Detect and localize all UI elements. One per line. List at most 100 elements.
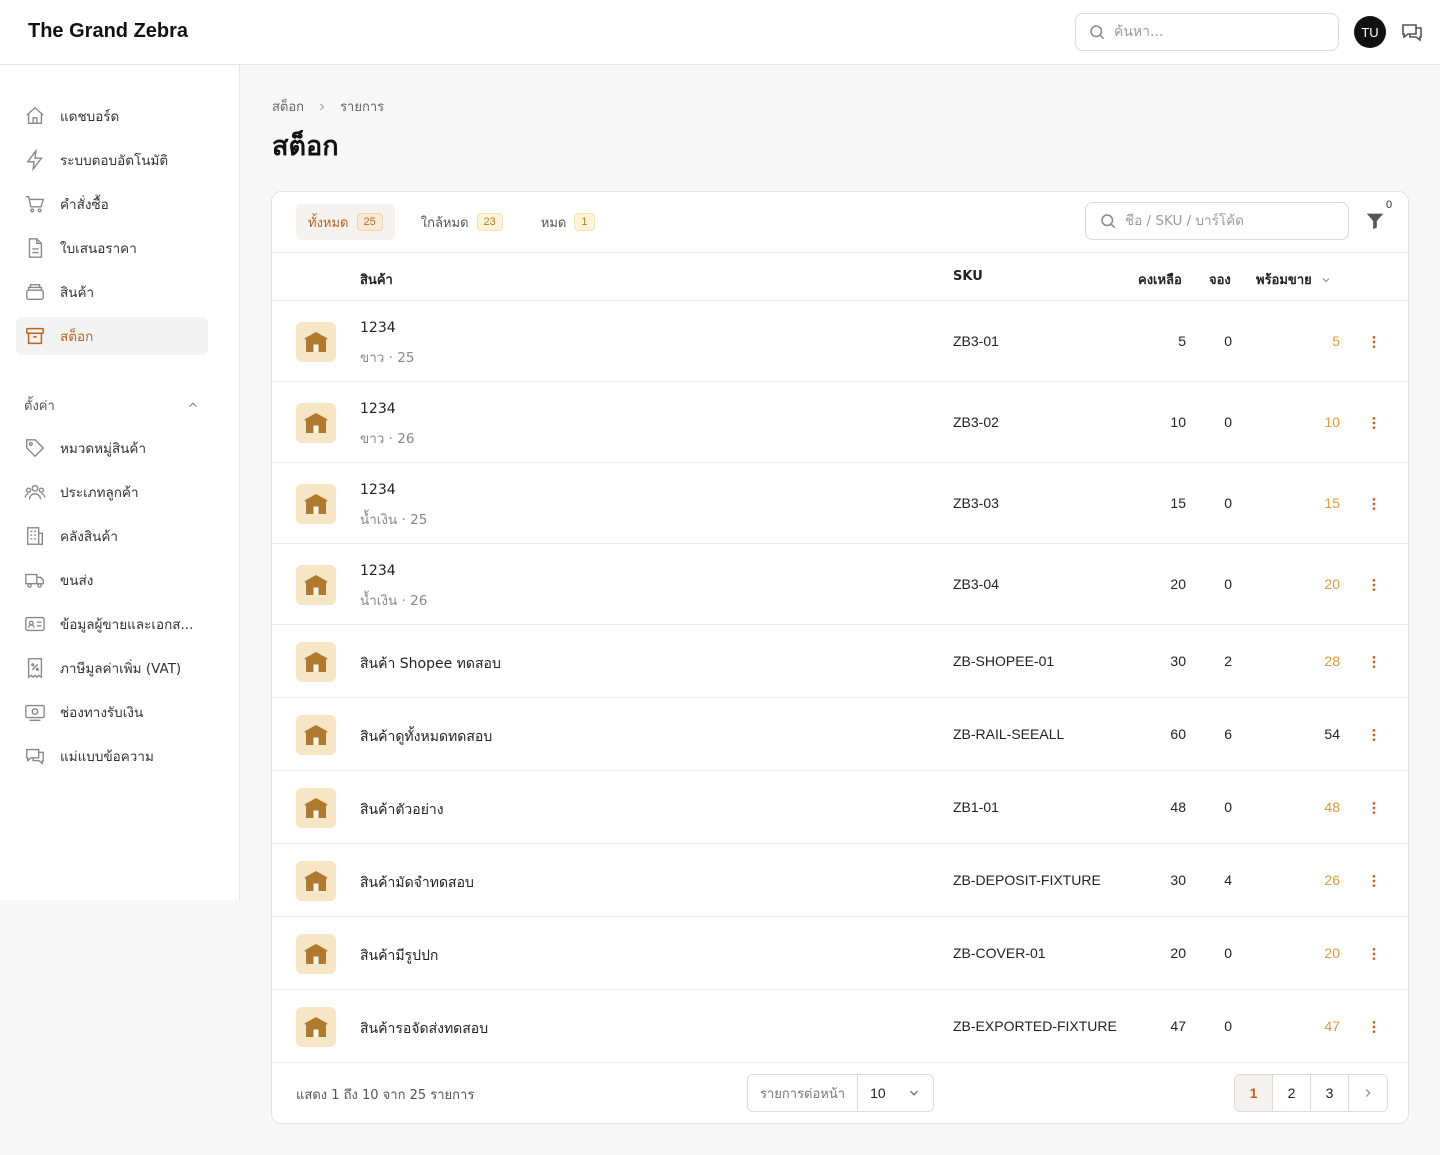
store-icon <box>304 870 328 891</box>
row-actions-button[interactable] <box>1364 871 1384 891</box>
global-search-input[interactable] <box>1114 24 1314 40</box>
page-button-2[interactable]: 2 <box>1273 1075 1311 1111</box>
product-name: สินค้า Shopee ทดสอบ <box>360 655 501 672</box>
chat-icon[interactable] <box>1400 20 1424 44</box>
table-row[interactable]: 1234 ขาว · 26 ZB3-02 10 0 10 <box>272 382 1408 463</box>
sidebar-item-stock[interactable]: สต็อก <box>16 317 208 355</box>
column-header-available-label: พร้อมขาย <box>1256 273 1312 288</box>
stock-card: ทั้งหมด 25 ใกล้หมด 23 หมด 1 0 สินค้า SKU… <box>271 191 1409 1124</box>
product-thumbnail <box>296 402 336 443</box>
sidebar-item-label: แดชบอร์ด <box>60 109 120 125</box>
product-name: 1234 <box>360 401 396 417</box>
cart-icon <box>25 195 45 213</box>
reserved-qty: 0 <box>1224 944 1232 961</box>
row-actions-button[interactable] <box>1364 413 1384 433</box>
next-page-button[interactable] <box>1349 1075 1387 1111</box>
sidebar-item-quotations[interactable]: ใบเสนอราคา <box>16 229 208 267</box>
table-row[interactable]: สินค้ามัดจำทดสอบ ZB-DEPOSIT-FIXTURE 30 4 26 <box>272 844 1408 917</box>
page-button-3[interactable]: 3 <box>1311 1075 1349 1111</box>
available-qty: 15 <box>1324 494 1340 511</box>
receipt-percent-icon <box>27 658 43 679</box>
sidebar-item-vat[interactable]: ภาษีมูลค่าเพิ่ม (VAT) <box>16 649 208 687</box>
store-icon <box>304 493 328 514</box>
filter-count-badge: 0 <box>1386 199 1393 211</box>
sidebar-item-label: คำสั่งซื้อ <box>60 197 109 213</box>
row-actions-button[interactable] <box>1364 944 1384 964</box>
on-hand-qty: 47 <box>1170 1017 1186 1034</box>
tab-out-of-stock[interactable]: หมด 1 <box>529 204 607 240</box>
sidebar-item-label: คลังสินค้า <box>60 529 118 545</box>
sidebar-item-label: แม่แบบข้อความ <box>60 749 154 765</box>
breadcrumb-root[interactable]: สต็อก <box>272 96 304 117</box>
table-row[interactable]: 1234 ขาว · 25 ZB3-01 5 0 5 <box>272 301 1408 382</box>
store-icon <box>304 797 328 818</box>
on-hand-qty: 20 <box>1170 575 1186 592</box>
reserved-qty: 0 <box>1224 413 1232 430</box>
table-row[interactable]: สินค้ารอจัดส่งทดสอบ ZB-EXPORTED-FIXTURE 47… <box>272 990 1408 1063</box>
tab-low-stock[interactable]: ใกล้หมด 23 <box>409 204 515 240</box>
brand-logo[interactable]: The Grand Zebra <box>28 20 188 43</box>
column-header-available[interactable]: พร้อมขาย <box>1256 269 1332 290</box>
reserved-qty: 6 <box>1224 725 1232 742</box>
chevron-right-icon <box>1365 1089 1371 1097</box>
sidebar-item-categories[interactable]: หมวดหมู่สินค้า <box>16 429 208 467</box>
sidebar-item-message-templates[interactable]: แม่แบบข้อความ <box>16 737 208 775</box>
column-header-on-hand: คงเหลือ <box>1138 273 1182 288</box>
reserved-qty: 0 <box>1224 494 1232 511</box>
reserved-qty: 0 <box>1224 1017 1232 1034</box>
store-icon <box>304 651 328 672</box>
sidebar-item-label: ช่องทางรับเงิน <box>60 705 144 721</box>
sidebar-item-warehouses[interactable]: คลังสินค้า <box>16 517 208 555</box>
table-row[interactable]: สินค้า Shopee ทดสอบ ZB-SHOPEE-01 30 2 28 <box>272 625 1408 698</box>
store-icon <box>304 943 328 964</box>
global-search[interactable] <box>1075 13 1339 51</box>
breadcrumb-current: รายการ <box>340 100 385 115</box>
sidebar-item-automation[interactable]: ระบบตอบอัตโนมัติ <box>16 141 208 179</box>
chevron-down-icon <box>1322 277 1330 282</box>
sidebar-item-customer-types[interactable]: ประเภทลูกค้า <box>16 473 208 511</box>
product-sku: ZB3-03 <box>953 494 999 511</box>
archive-icon <box>26 327 44 345</box>
row-actions-button[interactable] <box>1364 575 1384 595</box>
on-hand-qty: 5 <box>1178 332 1186 349</box>
per-page-value-wrap[interactable]: 10 <box>858 1085 933 1101</box>
sidebar-item-seller-info[interactable]: ข้อมูลผู้ขายและเอกส... <box>16 605 208 643</box>
row-actions-button[interactable] <box>1364 1017 1384 1037</box>
filter-icon[interactable] <box>1364 210 1386 232</box>
more-vertical-icon <box>1372 497 1376 510</box>
table-row[interactable]: สินค้าตัวอย่าง ZB1-01 48 0 48 <box>272 771 1408 844</box>
reserved-qty: 2 <box>1224 652 1232 669</box>
home-icon <box>26 106 44 125</box>
product-sku: ZB-COVER-01 <box>953 944 1046 961</box>
table-row[interactable]: 1234 น้ำเงิน · 25 ZB3-03 15 0 15 <box>272 463 1408 544</box>
settings-section-toggle[interactable]: ตั้งค่า <box>24 395 200 415</box>
column-header-sku: SKU <box>953 269 983 284</box>
sidebar-item-payment-channels[interactable]: ช่องทางรับเงิน <box>16 693 208 731</box>
pagination-summary: แสดง 1 ถึง 10 จาก 25 รายการ <box>296 1088 475 1103</box>
stock-search-input[interactable] <box>1125 213 1335 229</box>
user-avatar[interactable]: TU <box>1354 16 1386 48</box>
product-name: สินค้ารอจัดส่งทดสอบ <box>360 1020 489 1037</box>
available-qty: 48 <box>1324 798 1340 815</box>
table-row[interactable]: สินค้าดูทั้งหมดทดสอบ ZB-RAIL-SEEALL 60 6 54 <box>272 698 1408 771</box>
sidebar-item-orders[interactable]: คำสั่งซื้อ <box>16 185 208 223</box>
row-actions-button[interactable] <box>1364 652 1384 672</box>
row-actions-button[interactable] <box>1364 725 1384 745</box>
sidebar-item-shipping[interactable]: ขนส่ง <box>16 561 208 599</box>
stock-search[interactable] <box>1085 202 1349 240</box>
per-page-select[interactable]: รายการต่อหน้า 10 <box>747 1074 934 1112</box>
sidebar-item-dashboard[interactable]: แดชบอร์ด <box>16 97 208 135</box>
chevron-up-icon <box>189 402 197 408</box>
product-thumbnail <box>296 860 336 901</box>
row-actions-button[interactable] <box>1364 798 1384 818</box>
more-vertical-icon <box>1372 578 1376 591</box>
document-icon <box>28 238 43 258</box>
tab-all[interactable]: ทั้งหมด 25 <box>296 204 395 240</box>
row-actions-button[interactable] <box>1364 494 1384 514</box>
page-button-1[interactable]: 1 <box>1235 1075 1273 1111</box>
table-row[interactable]: สินค้ามีรูปปก ZB-COVER-01 20 0 20 <box>272 917 1408 990</box>
sidebar-item-label: ข้อมูลผู้ขายและเอกส... <box>60 617 194 633</box>
table-row[interactable]: 1234 น้ำเงิน · 26 ZB3-04 20 0 20 <box>272 544 1408 625</box>
row-actions-button[interactable] <box>1364 332 1384 352</box>
sidebar-item-products[interactable]: สินค้า <box>16 273 208 311</box>
